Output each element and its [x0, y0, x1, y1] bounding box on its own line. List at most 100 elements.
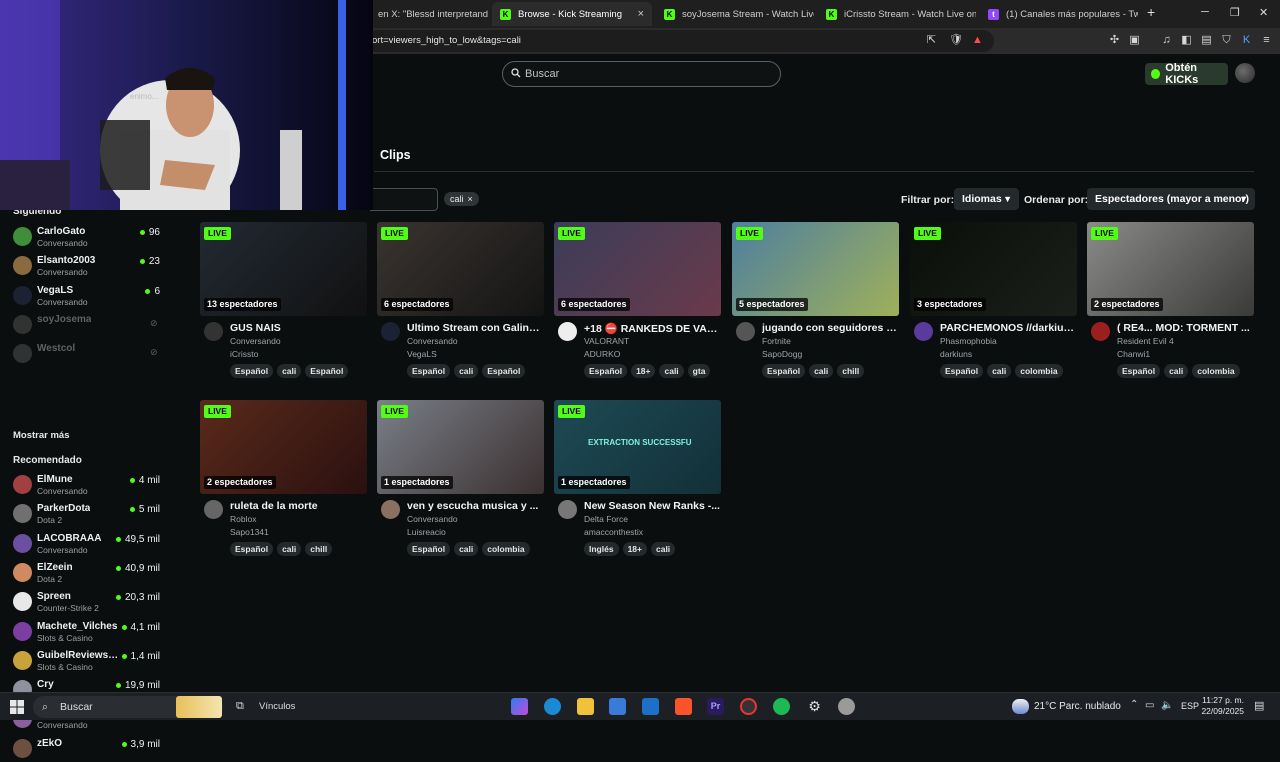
streamer-avatar[interactable] — [914, 322, 933, 341]
streamer-avatar[interactable] — [381, 500, 400, 519]
stream-tag[interactable]: Español — [407, 542, 451, 556]
stream-thumbnail[interactable]: LIVE 3 espectadores — [910, 222, 1077, 316]
stream-thumbnail[interactable]: LIVE 6 espectadores — [554, 222, 721, 316]
streamer-name[interactable]: amacconthestix — [584, 527, 643, 537]
stream-tag[interactable]: Inglés — [584, 542, 619, 556]
streamer-name[interactable]: Luisreacio — [407, 527, 446, 537]
links-toolbar[interactable]: Vínculos — [259, 701, 295, 712]
stream-tag[interactable]: chill — [305, 542, 333, 556]
stream-thumbnail[interactable]: LIVE 1 espectadores — [377, 400, 544, 494]
screenshot-icon[interactable]: ▣ — [1128, 34, 1141, 47]
volume-icon[interactable]: 🔈 — [1161, 700, 1173, 711]
streamer-avatar[interactable] — [558, 322, 577, 341]
streamer-name[interactable]: darkiuns — [940, 349, 972, 359]
stream-category[interactable]: Delta Force — [584, 514, 628, 524]
stream-thumbnail[interactable]: LIVE 6 espectadores — [377, 222, 544, 316]
sidebar-channel[interactable]: Elsanto2003 Conversando 23 — [13, 253, 163, 279]
stream-thumbnail[interactable]: LIVE 2 espectadores — [1087, 222, 1254, 316]
stream-category[interactable]: VALORANT — [584, 336, 629, 346]
stream-tag[interactable]: colombia — [1015, 364, 1063, 378]
streamer-name[interactable]: Chanwi1 — [1117, 349, 1150, 359]
browser-tab-kick-browse[interactable]: K Browse - Kick Streaming × — [492, 2, 652, 26]
stream-title[interactable]: PARCHEMONOS //darkiun... — [940, 322, 1077, 334]
stream-title[interactable]: New Season New Ranks -... — [584, 500, 721, 512]
streamer-name[interactable]: ADURKO — [584, 349, 620, 359]
file-explorer-icon[interactable] — [577, 698, 594, 715]
taskbar-clock[interactable]: 11:27 p. m. 22/09/2025 — [1201, 695, 1244, 717]
sidebar-channel[interactable]: Machete_Vilches Slots & Casino 4,1 mil — [13, 619, 163, 645]
store-icon[interactable] — [609, 698, 626, 715]
streamer-avatar[interactable] — [558, 500, 577, 519]
stream-category[interactable]: Conversando — [407, 336, 458, 346]
stream-tag[interactable]: Español — [482, 364, 526, 378]
edge-icon[interactable] — [544, 698, 561, 715]
menu-icon[interactable]: ≡ — [1260, 34, 1273, 47]
sidebar-channel[interactable]: ParkerDota Dota 2 5 mil — [13, 501, 163, 527]
windows-start-icon[interactable] — [10, 700, 24, 714]
stream-thumbnail[interactable]: LIVE 13 espectadores — [200, 222, 367, 316]
streamer-avatar[interactable] — [381, 322, 400, 341]
minimize-window-icon[interactable]: ─ — [1201, 6, 1209, 18]
browser-tab-x[interactable]: en X: "Blessd interpretando — [370, 2, 488, 26]
stream-card[interactable]: LIVE 13 espectadores GUS NAIS Conversando iC… — [200, 222, 367, 392]
chevron-up-icon[interactable]: ⌃ — [1130, 699, 1138, 710]
network-icon[interactable]: ▭ — [1145, 700, 1154, 711]
stream-tag[interactable]: Español — [940, 364, 984, 378]
stream-card[interactable]: LIVE 5 espectadores jugando con seguidores… — [732, 222, 899, 392]
stream-tag[interactable]: cali — [277, 542, 302, 556]
stream-tag[interactable]: 18+ — [622, 542, 647, 556]
stream-card[interactable]: LIVE 3 espectadores PARCHEMONOS //darkiun.… — [910, 222, 1077, 392]
stream-category[interactable]: Conversando — [230, 336, 281, 346]
stream-title[interactable]: Ultimo Stream con Galind... — [407, 322, 544, 334]
share-icon[interactable]: ⇱ — [925, 34, 938, 47]
streamer-avatar[interactable] — [204, 322, 223, 341]
stream-card[interactable]: LIVE EXTRACTION SUCCESSFU 1 espectadores Ne… — [554, 400, 721, 570]
stream-category[interactable]: Resident Evil 4 — [1117, 336, 1174, 346]
close-window-icon[interactable]: ✕ — [1259, 6, 1268, 19]
stream-tag[interactable]: gta — [687, 364, 711, 378]
streamer-name[interactable]: Sapo1341 — [230, 527, 269, 537]
stream-card[interactable]: LIVE 1 espectadores ven y escucha musica y… — [377, 400, 544, 570]
stream-category[interactable]: Fortnite — [762, 336, 791, 346]
extension-k-icon[interactable]: K — [1240, 34, 1253, 47]
sidebar-channel[interactable]: LACOBRAAA Conversando 49,5 mil — [13, 531, 163, 557]
sidebar-toggle-icon[interactable]: ◧ — [1180, 34, 1193, 47]
user-avatar[interactable] — [1235, 63, 1255, 83]
stream-thumbnail[interactable]: LIVE 2 espectadores — [200, 400, 367, 494]
stream-title[interactable]: jugando con seguidores !!... — [762, 322, 899, 334]
sidebar-channel[interactable]: Westcol ⊘ — [13, 341, 163, 367]
stream-tag[interactable]: Español — [584, 364, 628, 378]
streamer-name[interactable]: VegaLS — [407, 349, 437, 359]
vpn-icon[interactable]: ⛉ — [1220, 34, 1233, 47]
stream-thumbnail[interactable]: LIVE EXTRACTION SUCCESSFU 1 espectadores — [554, 400, 721, 494]
stream-title[interactable]: ven y escucha musica y ... — [407, 500, 544, 512]
stream-tag[interactable]: colombia — [1192, 364, 1240, 378]
new-tab-button[interactable]: + — [1147, 4, 1155, 20]
show-more-link[interactable]: Mostrar más — [13, 430, 70, 441]
streamer-avatar[interactable] — [736, 322, 755, 341]
stream-category[interactable]: Phasmophobia — [940, 336, 997, 346]
stream-card[interactable]: LIVE 2 espectadores ( RE4... MOD: TORMENT … — [1087, 222, 1254, 392]
stream-title[interactable]: ruleta de la morte — [230, 500, 367, 512]
streamer-name[interactable]: SapoDogg — [762, 349, 802, 359]
stream-tag[interactable]: cali — [987, 364, 1012, 378]
app-icon[interactable] — [838, 698, 855, 715]
close-tab-icon[interactable]: × — [638, 8, 644, 20]
search-input[interactable]: Buscar — [502, 61, 781, 87]
task-view-icon[interactable]: ⧉ — [236, 700, 244, 713]
input-language[interactable]: ESP — [1181, 701, 1199, 711]
tag-chip-cali[interactable]: cali × — [444, 192, 479, 206]
language-filter-dropdown[interactable]: Idiomas ▼ — [954, 188, 1019, 210]
stream-tag[interactable]: cali — [454, 364, 479, 378]
stream-tag[interactable]: Español — [407, 364, 451, 378]
brave-browser-icon[interactable] — [675, 698, 692, 715]
remove-tag-icon[interactable]: × — [468, 192, 473, 206]
streamer-name[interactable]: iCrissto — [230, 349, 258, 359]
sidebar-channel[interactable]: ElMune Conversando 4 mil — [13, 472, 163, 498]
stream-tag[interactable]: cali — [1164, 364, 1189, 378]
copilot-icon[interactable] — [511, 698, 528, 715]
stream-tag[interactable]: 18+ — [631, 364, 656, 378]
streamer-avatar[interactable] — [204, 500, 223, 519]
brave-shield-icon[interactable]: 🛡 — [949, 34, 963, 47]
stream-category[interactable]: Roblox — [230, 514, 256, 524]
